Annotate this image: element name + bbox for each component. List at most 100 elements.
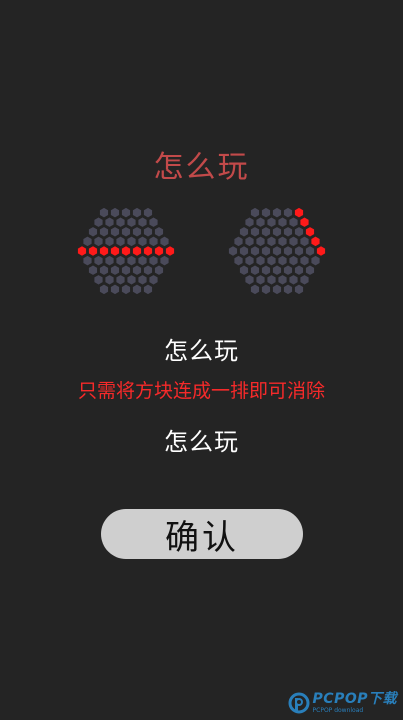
watermark-logo: PCPOP下载 PCPOP download [288, 692, 397, 714]
hex-cell [143, 264, 153, 276]
hex-cell [99, 283, 109, 296]
hex-cell [233, 254, 244, 267]
hex-cell [115, 254, 126, 267]
hex-cell [272, 206, 282, 219]
confirm-button[interactable]: 确认 [101, 509, 303, 559]
hex-cell [137, 235, 148, 248]
hex-cell [272, 283, 282, 296]
hex-cell [99, 206, 109, 219]
hex-cell [261, 226, 271, 238]
hex-cell [261, 283, 271, 296]
hex-cell [277, 274, 288, 286]
hex-cell [148, 235, 159, 248]
hex-cell [132, 206, 142, 219]
hex-cell [110, 283, 120, 296]
hex-cell-filled [165, 245, 175, 257]
hex-cell [277, 235, 288, 248]
hex-cell [294, 226, 304, 238]
hex-cell-filled [310, 235, 321, 248]
hex-cell [93, 216, 104, 228]
hex-cell [305, 264, 315, 276]
hex-cell [143, 283, 153, 296]
hex-cell [261, 245, 271, 257]
hex-cell [93, 254, 104, 267]
hex-cell [159, 235, 170, 248]
hex-cell [266, 235, 277, 248]
hex-cell [288, 254, 299, 267]
hex-cell-filled [299, 216, 310, 228]
hex-cell [244, 254, 255, 267]
hex-cell [250, 226, 260, 238]
hex-cell [121, 226, 131, 238]
hex-cell [288, 235, 299, 248]
hex-cell-filled [143, 245, 153, 257]
hex-cell-filled [294, 206, 304, 219]
how-to-play-panel: 怎么玩 怎么玩 只需将方块连成一排即可消除 怎么玩 确认 PCPOP下载 PCP… [0, 0, 403, 720]
hex-cell-filled [99, 245, 109, 257]
hex-cell [272, 245, 282, 257]
hex-cell [126, 254, 137, 267]
hex-cell [266, 216, 277, 228]
hex-cell [228, 245, 238, 257]
hex-cell [82, 235, 93, 248]
instruction-text: 只需将方块连成一排即可消除 [77, 380, 325, 402]
hex-cell [132, 264, 142, 276]
hex-cell [250, 245, 260, 257]
hex-cell [255, 274, 266, 286]
hex-cell [143, 206, 153, 219]
hex-cell [266, 254, 277, 267]
hex-cell [99, 264, 109, 276]
hex-cell [272, 264, 282, 276]
hex-cell [126, 235, 137, 248]
hex-cell [244, 216, 255, 228]
hex-cell [283, 245, 293, 257]
hex-cell [132, 283, 142, 296]
hex-cell [294, 283, 304, 296]
hex-cell [132, 226, 142, 238]
hex-cell [137, 254, 148, 267]
hex-cell [283, 264, 293, 276]
hex-cell [310, 254, 321, 267]
hex-cell-filled [132, 245, 142, 257]
hex-cell [283, 226, 293, 238]
hex-cell [239, 264, 249, 276]
page-title: 怎么玩 [153, 150, 250, 185]
watermark-text: PCPOP下载 [312, 691, 397, 707]
hex-cell [115, 216, 126, 228]
hex-cell-filled [77, 245, 87, 257]
hex-cell [137, 216, 148, 228]
hex-cell [299, 274, 310, 286]
watermark-subtext: PCPOP download [312, 707, 364, 714]
hex-cell [261, 264, 271, 276]
hex-cell [121, 283, 131, 296]
hex-board-example-right [228, 206, 326, 296]
hex-cell [104, 274, 115, 286]
hex-cell [93, 235, 104, 248]
how-to-play-subheading-2: 怎么玩 [164, 428, 239, 456]
hex-cell [110, 206, 120, 219]
hex-cell-filled [121, 245, 131, 257]
hex-cell [121, 206, 131, 219]
hex-cell [244, 274, 255, 286]
hex-cell-filled [305, 226, 315, 238]
hex-cell [266, 274, 277, 286]
hex-cell [283, 206, 293, 219]
hex-cell [82, 254, 93, 267]
hex-cell [250, 264, 260, 276]
hex-cell [126, 274, 137, 286]
hex-cell [255, 235, 266, 248]
hex-cell-filled [110, 245, 120, 257]
hex-cell [110, 264, 120, 276]
hex-cell [294, 264, 304, 276]
hex-cell [126, 216, 137, 228]
hex-cell [239, 245, 249, 257]
hex-cell [154, 264, 164, 276]
hex-cell [104, 235, 115, 248]
hex-cell [110, 226, 120, 238]
hex-cell [255, 216, 266, 228]
how-to-play-subheading: 怎么玩 [164, 337, 239, 365]
hex-cell-filled [154, 245, 164, 257]
hex-cell [148, 254, 159, 267]
hex-cell [239, 226, 249, 238]
hex-cell [115, 274, 126, 286]
